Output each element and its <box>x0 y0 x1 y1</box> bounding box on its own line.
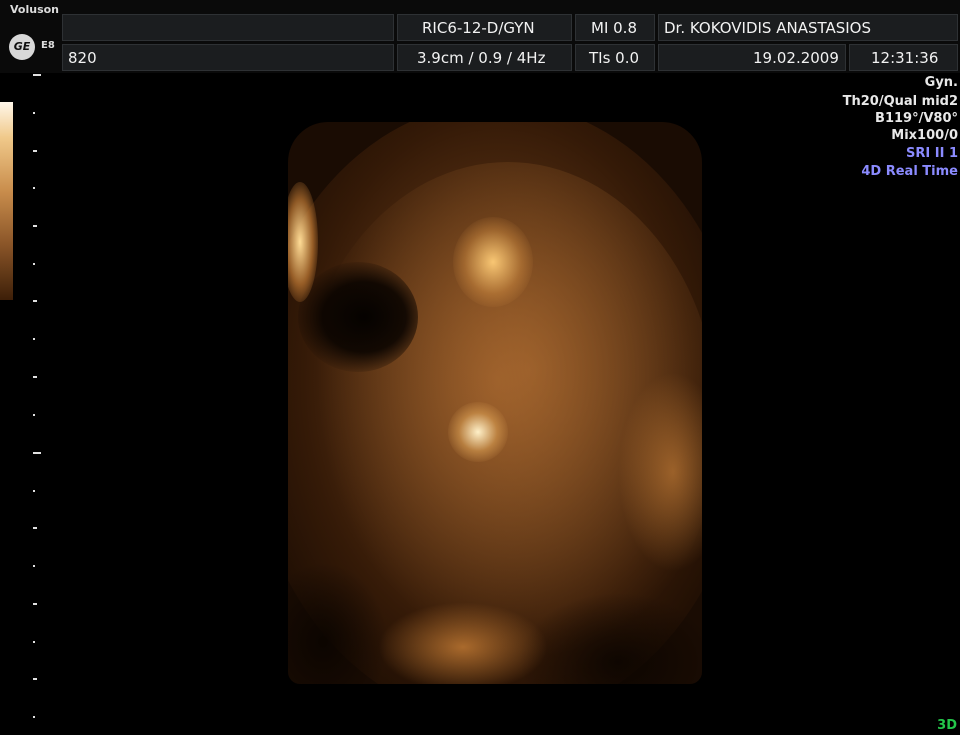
depth-tick <box>33 112 35 114</box>
depth-tick <box>33 74 41 76</box>
param-line: Mix100/0 <box>891 128 958 143</box>
depth-tick <box>33 716 35 718</box>
depth-tick <box>33 300 37 302</box>
depth-tick <box>33 187 35 189</box>
param-line: Th20/Qual mid2 <box>842 94 958 109</box>
depth-tick <box>33 225 37 227</box>
depth-tick <box>33 338 35 340</box>
render-lower-glow <box>378 602 548 684</box>
depth-tick <box>33 641 35 643</box>
grayscale-bar <box>0 102 13 300</box>
tis-value: TIs 0.0 <box>589 49 640 67</box>
depth-tick <box>33 490 35 492</box>
exam-date: 19.02.2009 <box>753 49 839 67</box>
depth-tick <box>33 150 37 152</box>
ultrasound-3d-render[interactable] <box>288 122 702 684</box>
depth-tick <box>33 263 35 265</box>
depth-settings: 3.9cm / 0.9 / 4Hz <box>417 49 546 67</box>
brand-name: Voluson <box>10 3 60 16</box>
operator-name: Dr. KOKOVIDIS ANASTASIOS <box>664 19 872 37</box>
depth-tick <box>33 565 35 567</box>
depth-tick <box>33 452 41 454</box>
header-cell-blank <box>62 14 394 41</box>
exam-time: 12:31:36 <box>871 49 939 67</box>
brand-block: Voluson GE E8 <box>0 3 60 72</box>
render-mode: 4D Real Time <box>861 164 958 179</box>
header-bar: Voluson GE E8 820 RIC6-12-D/GYN 3.9cm / … <box>0 0 960 73</box>
probe-preset: RIC6-12-D/GYN <box>422 19 535 37</box>
depth-tick <box>33 603 37 605</box>
model-label: E8 <box>41 40 55 51</box>
sri-setting: SRI II 1 <box>906 146 958 161</box>
mi-value: MI 0.8 <box>591 19 637 37</box>
render-bright-spot <box>453 217 533 307</box>
frame-number: 820 <box>68 49 97 67</box>
mode-label: 3D <box>937 718 957 733</box>
param-line: B119°/V80° <box>875 111 958 126</box>
depth-tick <box>33 414 35 416</box>
render-bright-spot <box>448 402 508 462</box>
depth-tick <box>33 678 37 680</box>
depth-tick <box>33 376 37 378</box>
param-line: Gyn. <box>924 75 958 90</box>
ge-logo-icon: GE <box>9 34 35 60</box>
header-cell-frame <box>62 44 394 71</box>
render-dark-cavity <box>298 262 418 372</box>
depth-tick <box>33 527 37 529</box>
